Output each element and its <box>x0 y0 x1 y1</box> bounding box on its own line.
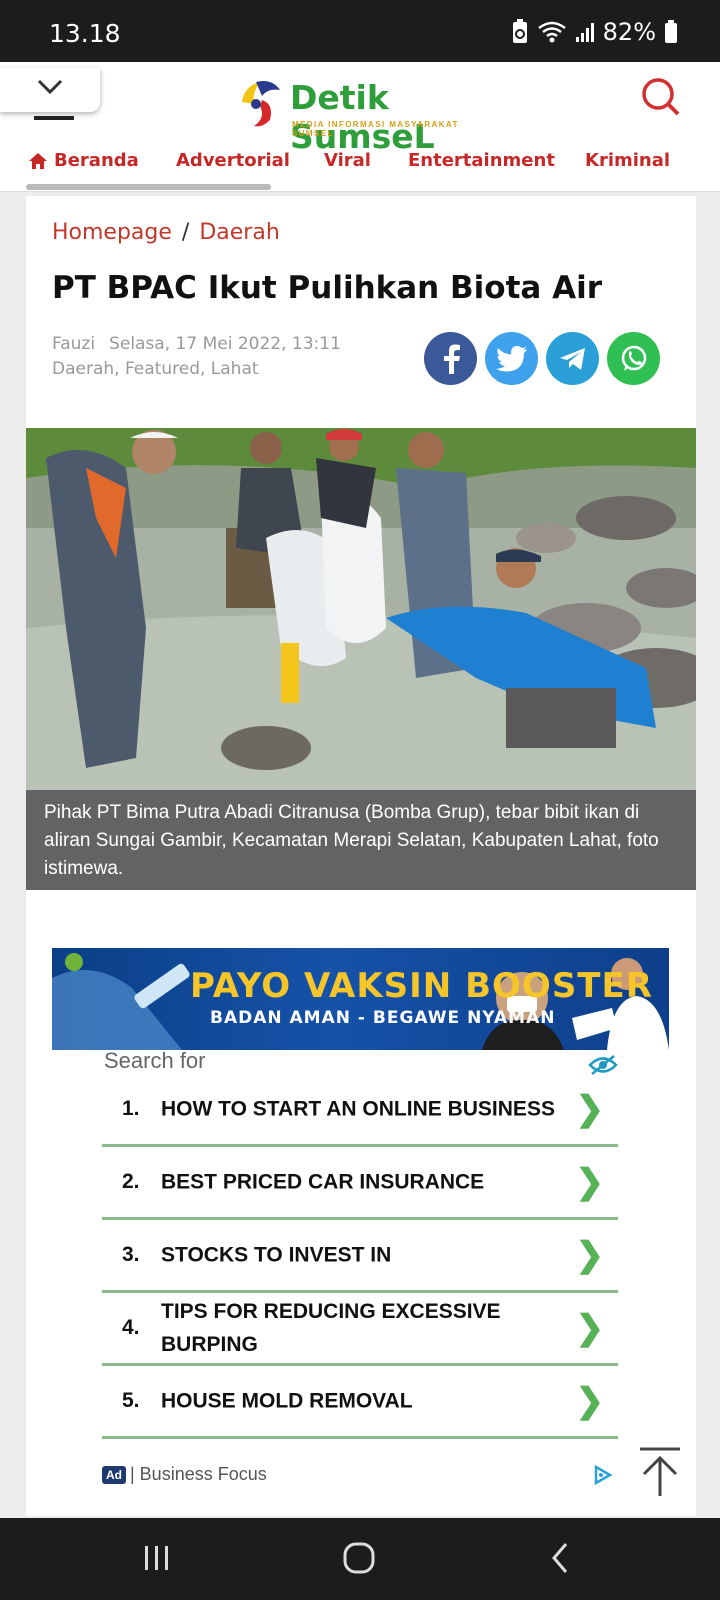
ad-attribution: Ad | Business Focus <box>102 1464 267 1485</box>
vaccine-banner-ad[interactable]: PAYO VAKSIN BOOSTER BADAN AMAN - BEGAWE … <box>52 948 669 1050</box>
share-facebook-button[interactable] <box>424 332 477 385</box>
ad-source[interactable]: | Business Focus <box>130 1464 267 1485</box>
search-ad-item[interactable]: 3. STOCKS TO INVEST IN ❯ <box>102 1220 618 1293</box>
home-icon <box>29 152 47 169</box>
article-photo <box>26 428 696 790</box>
search-ad-item[interactable]: 4. TIPS FOR REDUCING EXCESSIVE BURPING ❯ <box>102 1293 618 1366</box>
item-text: TIPS FOR REDUCING EXCESSIVE BURPING <box>161 1300 501 1356</box>
share-telegram-button[interactable] <box>546 332 599 385</box>
system-nav-bar <box>0 1518 720 1600</box>
logo-emblem-icon <box>242 81 280 127</box>
nav-item-entertainment[interactable]: Entertainment <box>408 150 555 171</box>
nav-item-viral[interactable]: Viral <box>324 150 371 171</box>
share-twitter-button[interactable] <box>485 332 538 385</box>
chevron-right-icon: ❯ <box>575 1090 605 1128</box>
article-title: PT BPAC Ikut Pulihkan Biota Air <box>52 270 603 306</box>
share-whatsapp-button[interactable] <box>607 332 660 385</box>
battery-saver-icon <box>512 19 527 43</box>
category-nav: Beranda Advertorial Viral Entertainment … <box>0 150 720 186</box>
home-button-icon[interactable] <box>342 1540 378 1576</box>
menu-toggle-button[interactable] <box>0 68 100 120</box>
status-bar: 13.18 82% <box>0 0 720 62</box>
search-ad-item[interactable]: 2. BEST PRICED CAR INSURANCE ❯ <box>102 1147 618 1220</box>
item-number: 1. <box>122 1097 140 1120</box>
article-date: Selasa, 17 Mei 2022, 13:11 <box>109 334 341 354</box>
item-text: STOCKS TO INVEST IN <box>161 1243 392 1267</box>
banner-subheadline: BADAN AMAN - BEGAWE NYAMAN <box>210 1008 556 1028</box>
back-icon[interactable] <box>548 1540 572 1576</box>
search-ad-item[interactable]: 1. HOW TO START AN ONLINE BUSINESS ❯ <box>102 1074 618 1147</box>
item-number: 4. <box>122 1316 140 1339</box>
nav-label: Entertainment <box>408 150 555 171</box>
nav-item-advertorial[interactable]: Advertorial <box>176 150 290 171</box>
nav-item-beranda[interactable]: Beranda <box>28 150 139 171</box>
logo-tagline: MEDIA INFORMASI MASYARAKAT SUMSEL <box>292 120 459 138</box>
hide-ad-eye-icon[interactable] <box>588 1054 618 1076</box>
recent-apps-icon[interactable] <box>142 1540 172 1576</box>
item-text: HOW TO START AN ONLINE BUSINESS <box>161 1097 555 1121</box>
logo-title: Detik SumseL <box>290 78 435 156</box>
adchoices-icon[interactable] <box>592 1464 614 1486</box>
article-card: Homepage / Daerah PT BPAC Ikut Pulihkan Bi… <box>26 196 696 1516</box>
share-buttons <box>424 332 660 385</box>
status-time: 13.18 <box>49 19 121 48</box>
breadcrumb-separator: / <box>181 220 190 245</box>
article-author[interactable]: Fauzi <box>52 334 95 354</box>
item-number: 2. <box>122 1170 140 1193</box>
article-meta: Fauzi Selasa, 17 Mei 2022, 13:11 Daerah, … <box>52 332 341 382</box>
article-categories[interactable]: Daerah, Featured, Lahat <box>52 357 341 382</box>
facebook-icon <box>443 344 460 374</box>
battery-percent: 82% <box>602 18 656 46</box>
search-ad-item[interactable]: 5. HOUSE MOLD REMOVAL ❯ <box>102 1366 618 1439</box>
search-icon[interactable] <box>640 76 682 118</box>
nav-scroll-indicator[interactable] <box>26 184 271 190</box>
whatsapp-icon <box>621 345 646 371</box>
item-text: HOUSE MOLD REMOVAL <box>161 1389 413 1413</box>
chevron-right-icon: ❯ <box>575 1309 605 1347</box>
chevron-down-icon <box>37 79 63 95</box>
chevron-right-icon: ❯ <box>575 1236 605 1274</box>
menu-underline <box>34 116 74 120</box>
search-ad-list: 1. HOW TO START AN ONLINE BUSINESS ❯ 2. … <box>102 1074 618 1439</box>
item-number: 3. <box>122 1243 140 1266</box>
twitter-icon <box>495 345 527 371</box>
breadcrumb-homepage[interactable]: Homepage <box>52 220 172 245</box>
breadcrumb-daerah[interactable]: Daerah <box>199 220 279 245</box>
chevron-right-icon: ❯ <box>575 1382 605 1420</box>
nav-label: Advertorial <box>176 150 290 171</box>
telegram-icon <box>559 347 585 370</box>
nav-label: Viral <box>324 150 371 171</box>
nav-item-kriminal[interactable]: Kriminal <box>585 150 670 171</box>
ad-tag: Ad <box>102 1465 126 1484</box>
search-for-label: Search for <box>104 1048 206 1073</box>
site-logo[interactable]: Detik SumseL MEDIA INFORMASI MASYARAKAT … <box>232 74 502 156</box>
site-header: Detik SumseL MEDIA INFORMASI MASYARAKAT … <box>0 62 720 192</box>
nav-label: Beranda <box>54 150 139 171</box>
signal-icon <box>575 23 594 42</box>
banner-headline: PAYO VAKSIN BOOSTER <box>190 966 653 1006</box>
item-number: 5. <box>122 1389 140 1412</box>
chevron-right-icon: ❯ <box>575 1163 605 1201</box>
breadcrumb: Homepage / Daerah <box>52 220 280 245</box>
back-to-top-icon[interactable] <box>636 1446 684 1498</box>
nav-label: Kriminal <box>585 150 671 171</box>
wifi-icon <box>537 21 566 43</box>
item-text: BEST PRICED CAR INSURANCE <box>161 1170 485 1194</box>
battery-icon <box>665 20 677 43</box>
status-icons: 82% <box>511 18 678 46</box>
article-photo-image <box>26 428 696 790</box>
photo-caption: Pihak PT Bima Putra Abadi Citranusa (Bom… <box>26 790 696 890</box>
